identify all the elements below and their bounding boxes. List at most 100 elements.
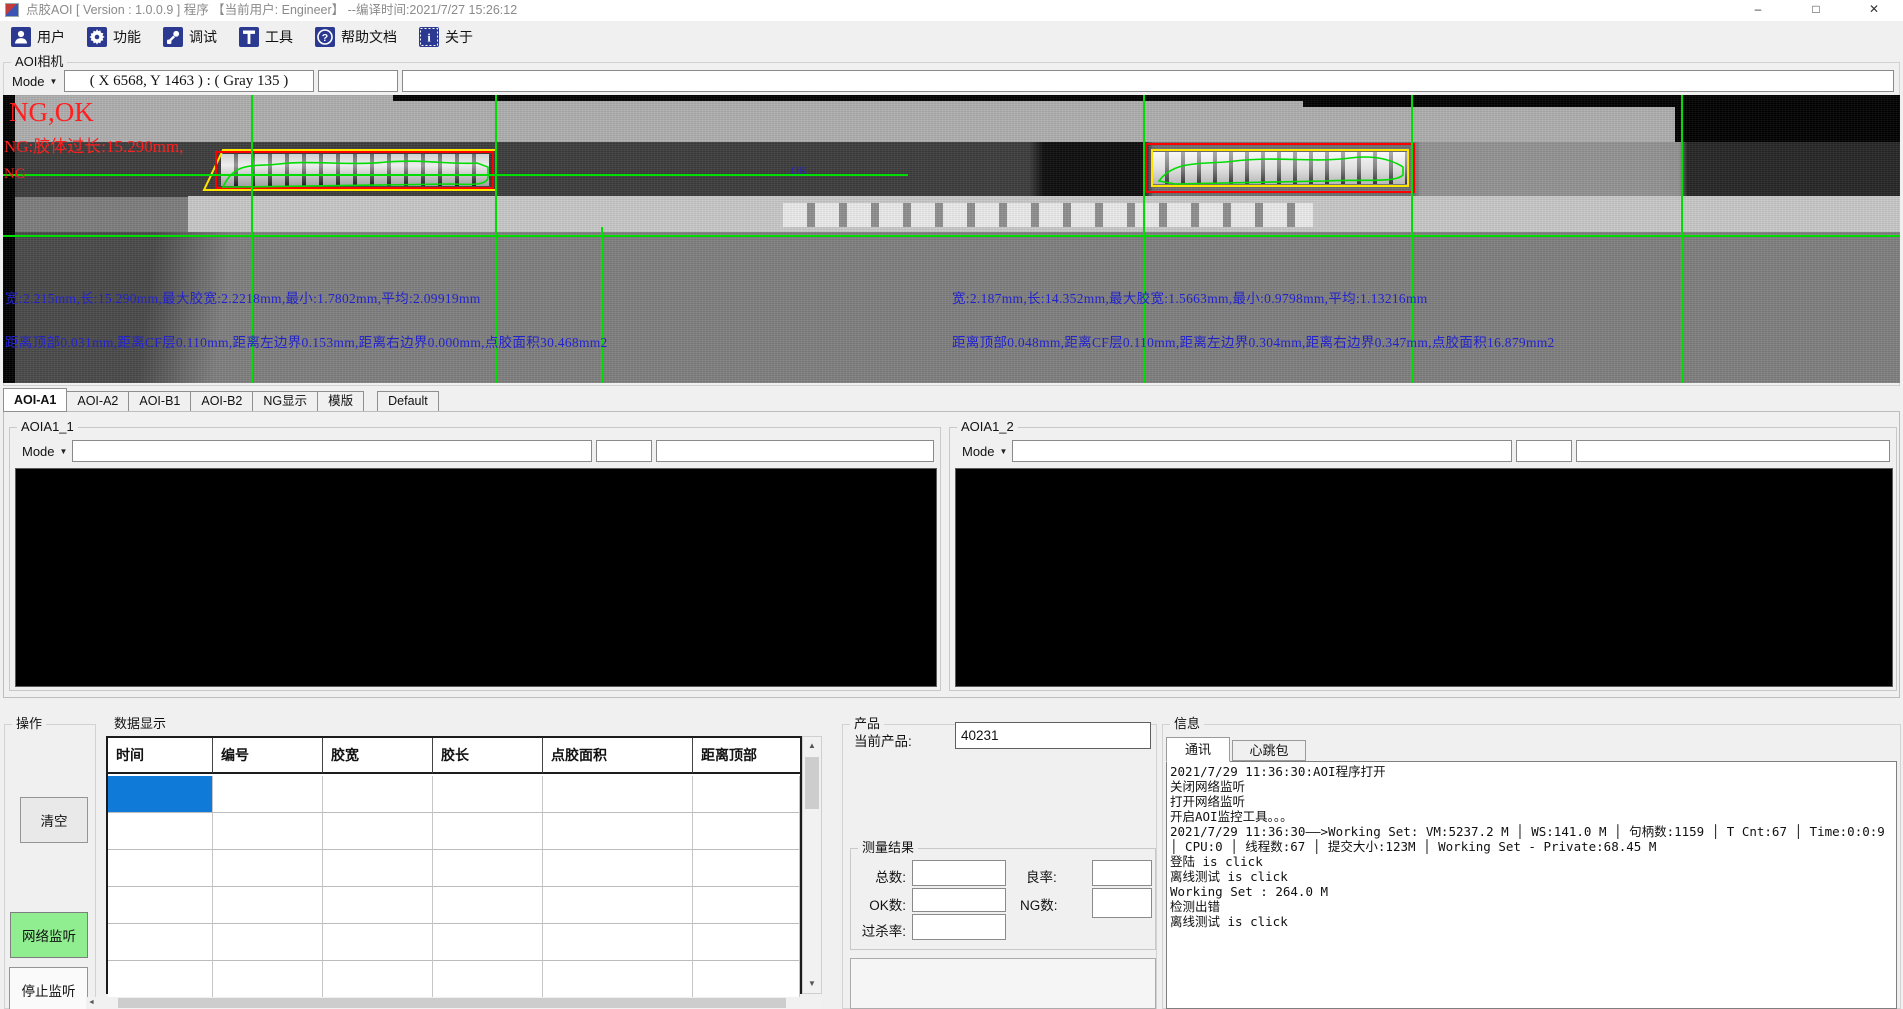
total-input[interactable] — [912, 860, 1006, 886]
table-cell[interactable] — [213, 961, 323, 998]
table-cell[interactable] — [693, 776, 800, 813]
table-cell[interactable] — [213, 924, 323, 961]
chevron-down-icon: ▼ — [60, 447, 68, 456]
camera-image-viewport[interactable]: NG,OK NG:胶体过长:15.290mm, NG OK 宽:2.215mm,… — [3, 95, 1900, 383]
table-cell[interactable] — [543, 813, 693, 850]
debug-icon — [163, 27, 183, 47]
camera-pixel-readout[interactable]: ( X 6568, Y 1463 ) : ( Gray 135 ) — [64, 70, 314, 92]
table-cell[interactable] — [323, 887, 433, 924]
table-cell[interactable] — [108, 924, 213, 961]
tab-aoi-a1[interactable]: AOI-A1 — [3, 388, 67, 412]
table-cell[interactable] — [693, 961, 800, 998]
table-cell[interactable] — [543, 887, 693, 924]
stop-listen-button[interactable]: 停止监听 — [9, 967, 88, 1009]
aoia1-1-field3[interactable] — [656, 440, 934, 462]
table-cell[interactable] — [433, 813, 543, 850]
tab-communication[interactable]: 通讯 — [1166, 737, 1230, 762]
table-cell[interactable] — [433, 850, 543, 887]
tab-default[interactable]: Default — [377, 391, 439, 412]
table-hscrollbar[interactable]: ◄ — [86, 997, 822, 1009]
table-cell-selected[interactable] — [108, 776, 213, 813]
aoia1-2-field1[interactable] — [1012, 440, 1512, 462]
minimize-button[interactable]: – — [1729, 0, 1787, 21]
scroll-up-icon[interactable]: ▲ — [803, 742, 821, 750]
ng-count-label: NG数: — [1020, 894, 1058, 914]
ng-count-input[interactable] — [1092, 888, 1152, 918]
current-product-input[interactable]: 40231 — [955, 722, 1151, 749]
table-vscrollbar[interactable]: ▲ ▼ — [802, 736, 822, 994]
table-cell[interactable] — [693, 924, 800, 961]
scroll-left-icon[interactable]: ◄ — [88, 999, 95, 1006]
tab-ng-display[interactable]: NG显示 — [252, 391, 318, 412]
table-cell[interactable] — [108, 850, 213, 887]
aoia1-2-field2[interactable] — [1516, 440, 1572, 462]
vscroll-thumb[interactable] — [805, 757, 819, 809]
table-cell[interactable] — [108, 887, 213, 924]
table-cell[interactable] — [693, 850, 800, 887]
table-cell[interactable] — [433, 924, 543, 961]
table-cell[interactable] — [433, 776, 543, 813]
table-cell[interactable] — [213, 813, 323, 850]
ok-count-input[interactable] — [912, 888, 1006, 912]
tab-aoi-b1[interactable]: AOI-B1 — [128, 391, 191, 412]
camera-mode-dropdown[interactable]: Mode ▼ — [8, 70, 62, 92]
column-header[interactable]: 编号 — [213, 738, 323, 774]
log-line: 离线测试 is click — [1170, 914, 1893, 929]
chevron-down-icon: ▼ — [50, 77, 58, 86]
table-cell[interactable] — [543, 924, 693, 961]
scroll-down-icon[interactable]: ▼ — [803, 980, 821, 988]
column-header[interactable]: 胶宽 — [323, 738, 433, 774]
table-cell[interactable] — [323, 813, 433, 850]
table-cell[interactable] — [108, 961, 213, 998]
toolbar-tools[interactable]: 工具 — [234, 24, 302, 50]
tab-template[interactable]: 模版 — [317, 391, 364, 412]
aoia1-2-field3[interactable] — [1576, 440, 1890, 462]
maximize-button[interactable]: □ — [1787, 0, 1845, 21]
tab-aoi-b2[interactable]: AOI-B2 — [190, 391, 253, 412]
column-header[interactable]: 胶长 — [433, 738, 543, 774]
camera-field-wide[interactable] — [402, 70, 1894, 92]
table-cell[interactable] — [543, 961, 693, 998]
aoia1-1-mode-dropdown[interactable]: Mode ▼ — [18, 440, 68, 462]
hscroll-thumb[interactable] — [118, 998, 786, 1008]
column-header[interactable]: 时间 — [108, 738, 213, 774]
table-cell[interactable] — [693, 887, 800, 924]
table-cell[interactable] — [323, 850, 433, 887]
column-header[interactable]: 距离顶部 — [693, 738, 800, 774]
table-cell[interactable] — [213, 850, 323, 887]
camera-field-small[interactable] — [318, 70, 398, 92]
table-cell[interactable] — [323, 961, 433, 998]
toolbar-debug[interactable]: 调试 — [158, 24, 226, 50]
toolbar-about[interactable]: i 关于 — [414, 24, 482, 50]
toolbar-help[interactable]: ? 帮助文档 — [310, 24, 406, 50]
table-cell[interactable] — [323, 924, 433, 961]
table-cell[interactable] — [108, 813, 213, 850]
window-controls: – □ ✕ — [1729, 0, 1903, 21]
tab-heartbeat[interactable]: 心跳包 — [1232, 740, 1306, 761]
table-cell[interactable] — [543, 776, 693, 813]
table-cell[interactable] — [433, 887, 543, 924]
aoia1-2-mode-label: Mode — [962, 444, 995, 459]
communication-log[interactable]: 2021/7/29 11:36:30:AOI程序打开 关闭网络监听 打开网络监听… — [1166, 761, 1897, 1009]
yield-input[interactable] — [1092, 860, 1152, 886]
column-header[interactable]: 点胶面积 — [543, 738, 693, 774]
toolbar-user[interactable]: 用户 — [6, 24, 74, 50]
log-line: 2021/7/29 11:36:30——>Working Set: VM:523… — [1170, 824, 1893, 854]
close-button[interactable]: ✕ — [1845, 0, 1903, 21]
overkill-input[interactable] — [912, 914, 1006, 940]
table-cell[interactable] — [693, 813, 800, 850]
table-cell[interactable] — [213, 776, 323, 813]
table-cell[interactable] — [433, 961, 543, 998]
table-cell[interactable] — [323, 776, 433, 813]
window-title: 点胶AOI [ Version : 1.0.0.9 ] 程序 【当前用户: En… — [26, 0, 517, 21]
table-cell[interactable] — [543, 850, 693, 887]
aoia1-1-field1[interactable] — [72, 440, 592, 462]
clear-button[interactable]: 清空 — [20, 797, 88, 843]
aoia1-2-mode-dropdown[interactable]: Mode ▼ — [958, 440, 1008, 462]
table-cell[interactable] — [213, 887, 323, 924]
aoia1-1-field2[interactable] — [596, 440, 652, 462]
toolbar-tools-label: 工具 — [265, 27, 293, 47]
toolbar-function[interactable]: 功能 — [82, 24, 150, 50]
tab-aoi-a2[interactable]: AOI-A2 — [66, 391, 129, 412]
network-listen-button[interactable]: 网络监听 — [10, 912, 88, 958]
